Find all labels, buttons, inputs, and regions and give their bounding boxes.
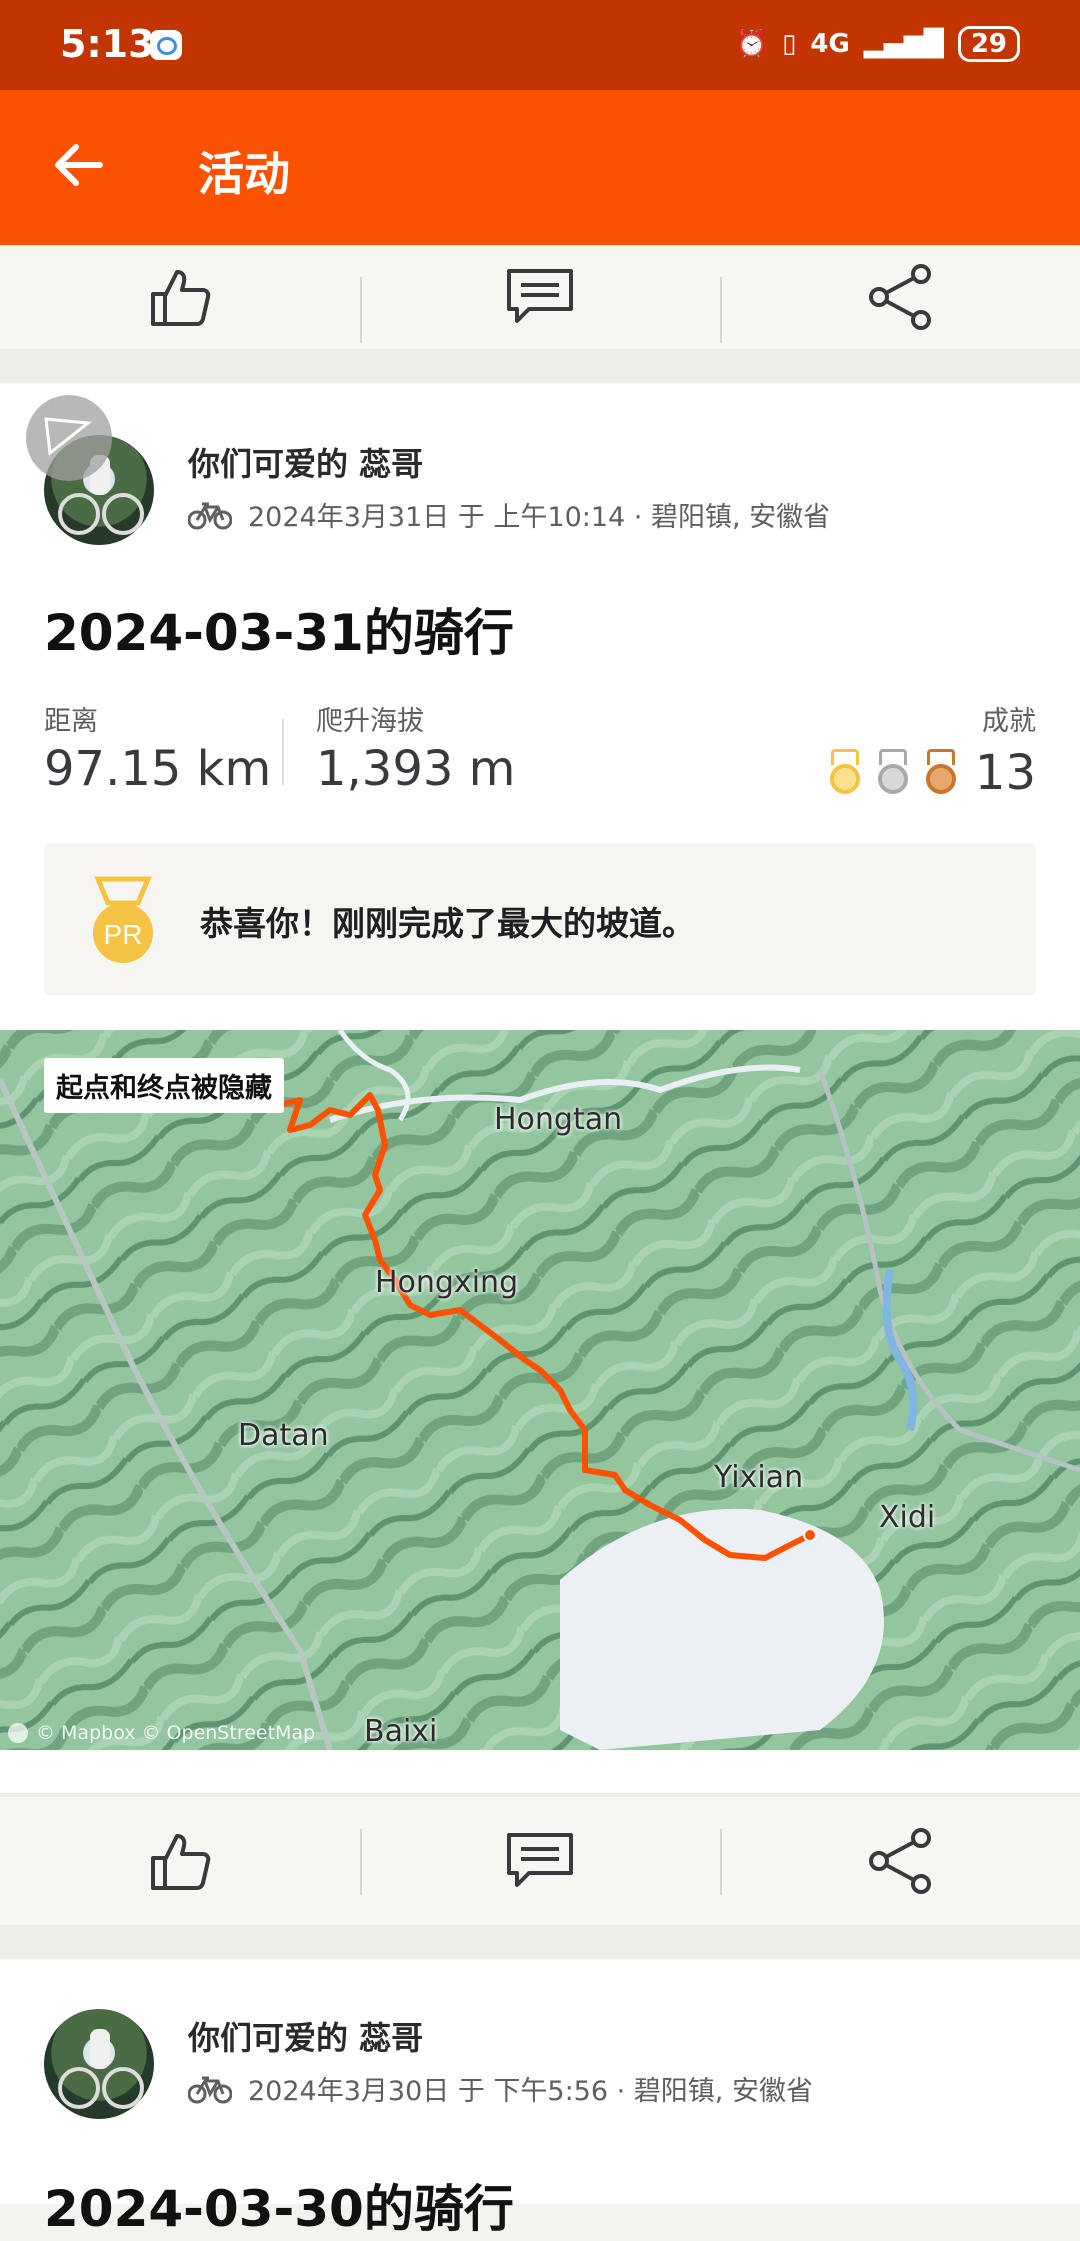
card-separator <box>0 1925 1080 1959</box>
distance-value: 97.15 km <box>44 741 272 797</box>
floating-share-button[interactable] <box>26 395 112 481</box>
avatar[interactable] <box>44 2009 154 2119</box>
activity-title[interactable]: 2024-03-31的骑行 <box>44 593 514 665</box>
map-place-label: Baixi <box>364 1714 438 1749</box>
bike-icon <box>188 2076 232 2103</box>
athlete-name[interactable]: 你们可爱的 蕊哥 <box>188 439 423 485</box>
map-credit-text: © Mapbox © OpenStreetMap <box>36 1722 316 1744</box>
network-label: 4G <box>810 29 850 59</box>
thumbs-up-icon <box>151 1834 211 1890</box>
bike-icon <box>188 502 232 529</box>
battery-indicator: 29 <box>957 26 1020 62</box>
status-icons: ⏰ ▯ 4G ▂▄▆█ 29 <box>736 26 1020 62</box>
page-title: 活动 <box>198 147 290 201</box>
map-background <box>0 1030 1080 1750</box>
map-place-label: Xidi <box>879 1500 936 1535</box>
comment-icon <box>507 269 573 323</box>
map-place-label: Yixian <box>714 1460 804 1495</box>
pr-message: 恭喜你！刚刚完成了最大的坡道。 <box>200 904 695 943</box>
route-map[interactable]: 起点和终点被隐藏 Hongtan Hongxing Datan Yixian B… <box>0 1030 1080 1750</box>
achievements-count: 13 <box>974 745 1036 801</box>
share-icon <box>869 264 931 330</box>
share-button[interactable] <box>720 245 1080 349</box>
achievements-row: 13 <box>827 745 1036 801</box>
signal-icon: ▂▄▆█ <box>863 29 944 59</box>
hidden-endpoints-notice: 起点和终点被隐藏 <box>44 1058 284 1113</box>
kudos-button[interactable] <box>0 1797 360 1925</box>
vibrate-icon: ▯ <box>782 29 797 59</box>
activity-card[interactable]: 你们可爱的 蕊哥 2024年3月30日 于 下午5:56 · 碧阳镇, 安徽省 … <box>0 1959 1080 2238</box>
share-icon <box>869 1828 931 1894</box>
activity-card[interactable]: 你们可爱的 蕊哥 2024年3月31日 于 上午10:14 · 碧阳镇, 安徽省… <box>0 383 1080 1793</box>
share-button[interactable] <box>720 1797 1080 1925</box>
card-separator <box>0 349 1080 383</box>
achievements-label: 成就 <box>982 706 1036 737</box>
activity-date-location: 2024年3月30日 于 下午5:56 · 碧阳镇, 安徽省 <box>248 2076 813 2107</box>
alarm-icon: ⏰ <box>735 29 769 59</box>
map-place-label: Hongxing <box>375 1265 519 1300</box>
activity-actions-top <box>0 245 1080 349</box>
pr-badge-icon: PR <box>93 876 153 963</box>
send-icon <box>44 417 92 456</box>
bronze-medal-icon <box>923 749 959 797</box>
map-place-label: Datan <box>238 1418 329 1453</box>
app-bar: 活动 <box>0 90 1080 245</box>
activity-date-location: 2024年3月31日 于 上午10:14 · 碧阳镇, 安徽省 <box>248 502 831 533</box>
activity-actions <box>0 1797 1080 1925</box>
kudos-button[interactable] <box>0 245 360 349</box>
athlete-name[interactable]: 你们可爱的 蕊哥 <box>188 2013 423 2059</box>
pr-badge-text: PR <box>104 919 143 950</box>
back-arrow-icon[interactable] <box>48 130 108 200</box>
comment-button[interactable] <box>360 245 720 349</box>
thumbs-up-icon <box>151 270 211 326</box>
status-bar: 5:13 ⏰ ▯ 4G ▂▄▆█ 29 <box>0 0 1080 90</box>
info-icon <box>8 1723 28 1743</box>
activity-meta: 2024年3月30日 于 下午5:56 · 碧阳镇, 安徽省 <box>188 2069 813 2108</box>
notification-icon <box>150 30 182 60</box>
distance-label: 距离 <box>44 706 98 737</box>
comment-icon <box>507 1833 573 1887</box>
elevation-label: 爬升海拔 <box>316 706 424 737</box>
silver-medal-icon <box>875 749 911 797</box>
elevation-value: 1,393 m <box>316 741 516 797</box>
activity-meta: 2024年3月31日 于 上午10:14 · 碧阳镇, 安徽省 <box>188 495 830 534</box>
map-place-label: Hongtan <box>494 1102 623 1137</box>
map-attribution[interactable]: © Mapbox © OpenStreetMap <box>8 1722 315 1744</box>
gold-medal-icon <box>827 749 863 797</box>
comment-button[interactable] <box>360 1797 720 1925</box>
stat-divider <box>282 719 284 785</box>
activity-title[interactable]: 2024-03-30的骑行 <box>44 2169 514 2241</box>
pr-banner[interactable]: PR 恭喜你！刚刚完成了最大的坡道。 <box>44 843 1036 995</box>
status-time: 5:13 <box>60 22 155 66</box>
